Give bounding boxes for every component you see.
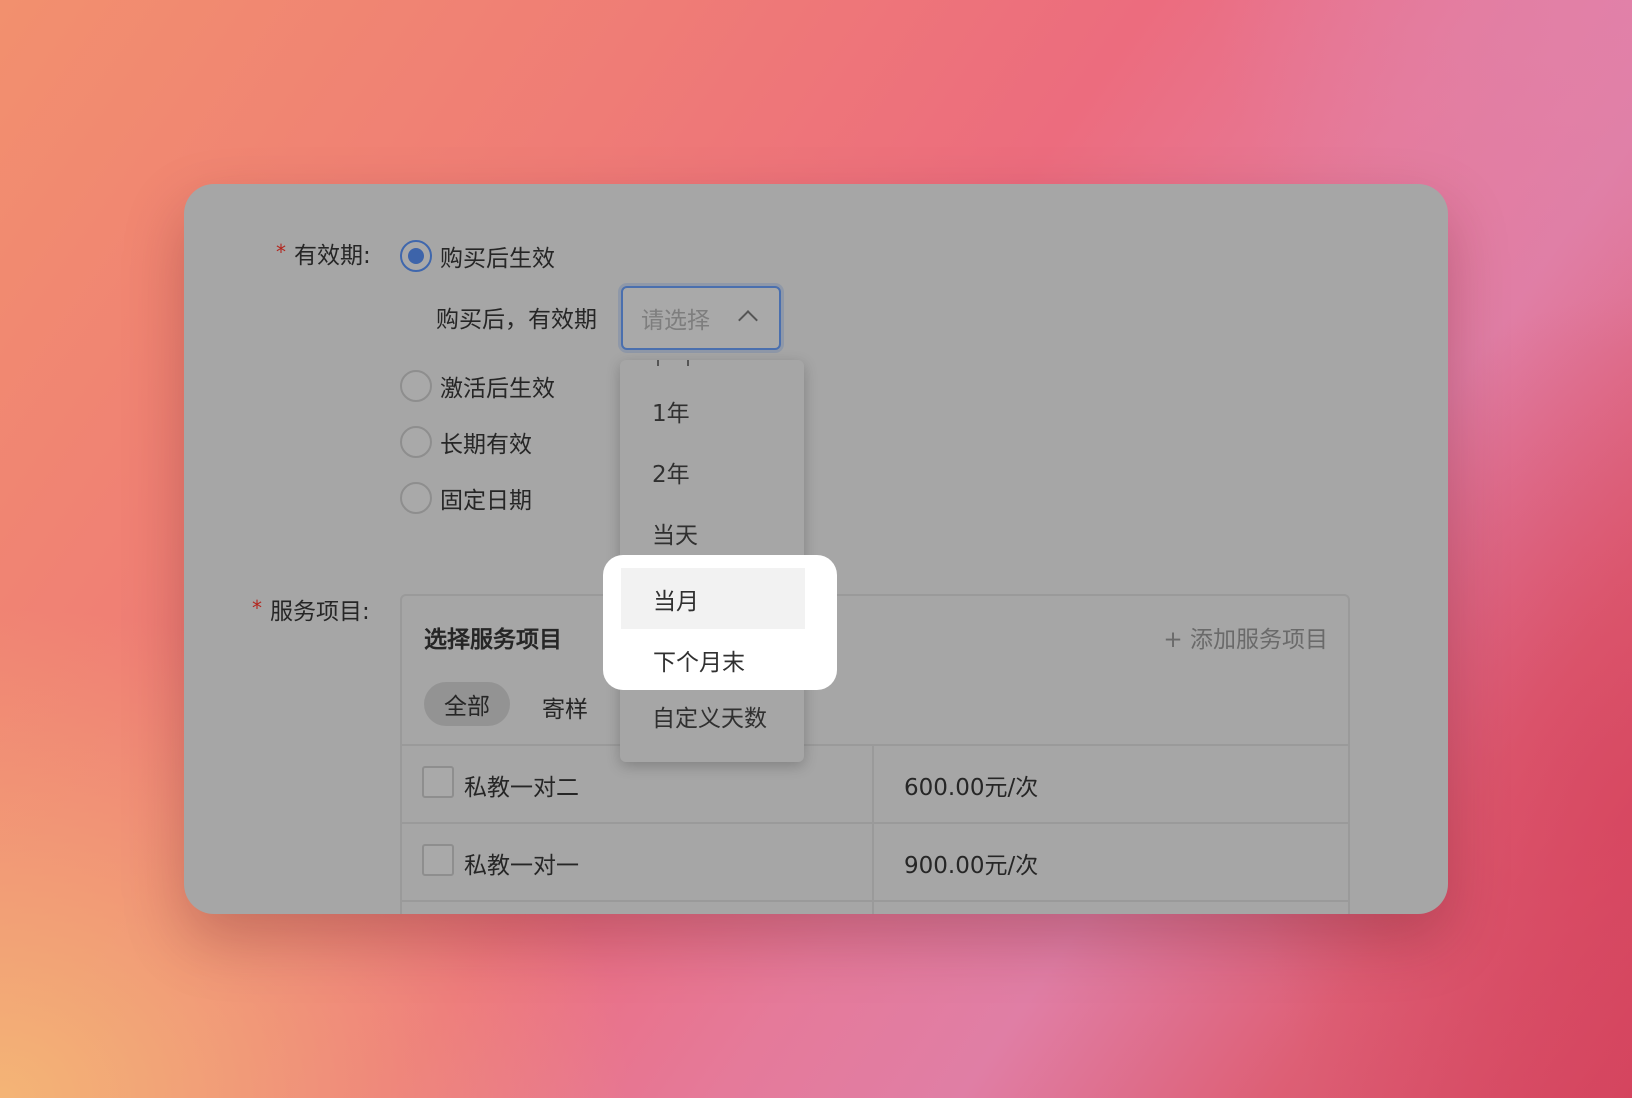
radio-unchecked-icon[interactable] (400, 426, 432, 458)
dropdown-option-hovered[interactable]: 当月 (621, 568, 805, 629)
service-selection-panel: 选择服务项目 + 添加服务项目 全部 寄样 私教一对二 600.00元/次 私教… (400, 594, 1350, 914)
radio-fixed-date[interactable]: 固定日期 (400, 482, 532, 514)
clipped-option-fragment (657, 360, 659, 366)
form-window: * 有效期: 购买后生效 购买后，有效期 请选择 激活后生效 长期有效 固定日期… (184, 184, 1448, 914)
tab-sample[interactable]: 寄样 (542, 690, 588, 724)
row-price: 600.00元/次 (904, 775, 1039, 801)
table-row (400, 900, 1350, 914)
dropdown-option[interactable]: 自定义天数 (620, 685, 804, 746)
radio-unchecked-icon[interactable] (400, 370, 432, 402)
radio-label: 固定日期 (440, 488, 532, 514)
radio-long-term[interactable]: 长期有效 (400, 426, 532, 458)
validity-required-mark: * (276, 240, 286, 264)
table-row: 私教一对一 900.00元/次 (400, 822, 1350, 900)
column-divider (872, 902, 874, 914)
radio-checked-icon[interactable] (400, 240, 432, 272)
column-divider (872, 824, 874, 900)
validity-period-select[interactable]: 请选择 (621, 286, 781, 350)
highlighted-options-panel: 当月 下个月末 (603, 555, 837, 690)
radio-label: 激活后生效 (440, 376, 555, 402)
dropdown-option[interactable]: 1年 (620, 380, 804, 441)
radio-unchecked-icon[interactable] (400, 482, 432, 514)
row-checkbox[interactable] (422, 766, 454, 798)
dropdown-option[interactable]: 下个月末 (621, 629, 805, 690)
tab-label: 全部 (444, 694, 490, 720)
add-service-link[interactable]: + 添加服务项目 (1163, 620, 1328, 654)
tab-all[interactable]: 全部 (424, 682, 510, 726)
row-name: 私教一对一 (464, 853, 579, 879)
row-name: 私教一对二 (464, 775, 579, 801)
column-divider (872, 746, 874, 822)
validity-label: 有效期: (294, 243, 371, 269)
dropdown-option[interactable]: 当天 (620, 502, 804, 563)
radio-label: 购买后生效 (440, 246, 555, 272)
row-checkbox[interactable] (422, 844, 454, 876)
dropdown-option[interactable]: 2年 (620, 441, 804, 502)
services-label: 服务项目: (270, 599, 370, 625)
service-box-title: 选择服务项目 (424, 627, 562, 653)
select-placeholder: 请选择 (641, 308, 710, 334)
clipped-option-fragment (687, 360, 689, 366)
table-row: 私教一对二 600.00元/次 (400, 744, 1350, 822)
radio-label: 长期有效 (440, 432, 532, 458)
services-required-mark: * (252, 596, 262, 620)
radio-after-activation[interactable]: 激活后生效 (400, 370, 555, 402)
validity-sub-label: 购买后，有效期 (436, 307, 597, 333)
row-price: 900.00元/次 (904, 853, 1039, 879)
radio-after-purchase[interactable]: 购买后生效 (400, 240, 555, 272)
chevron-up-icon (738, 310, 758, 330)
